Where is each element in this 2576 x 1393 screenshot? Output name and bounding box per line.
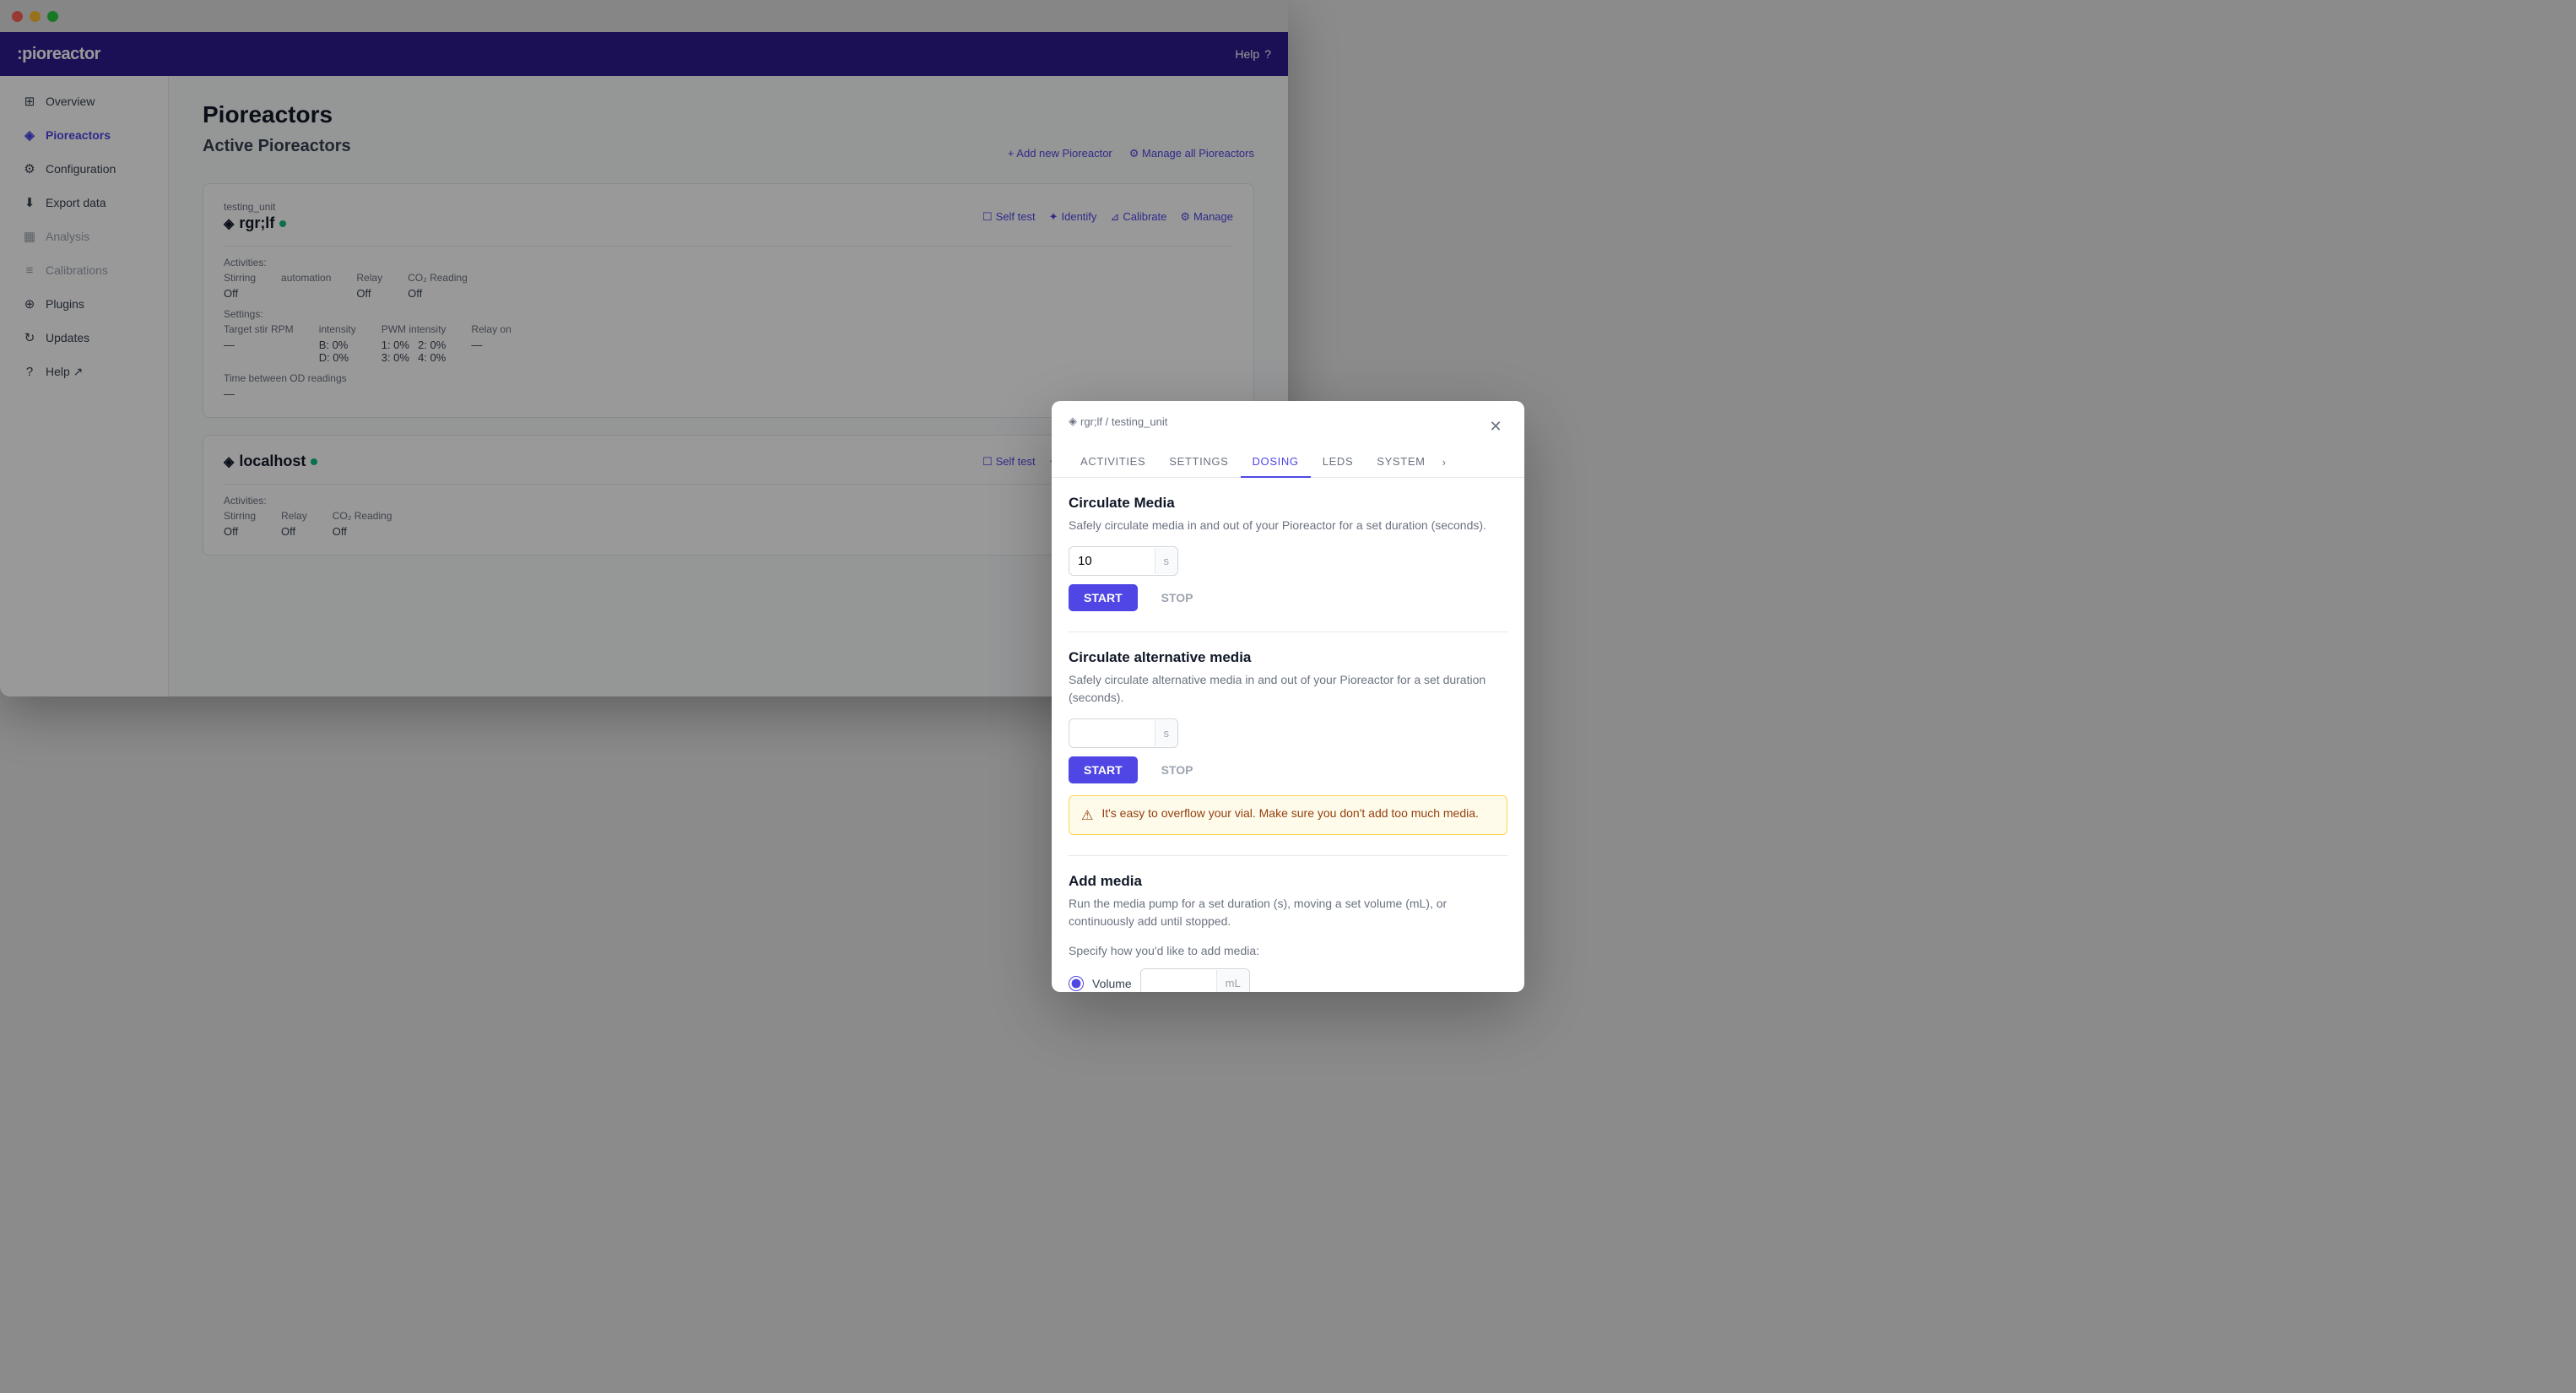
modal-overlay[interactable]: ◈ rgr;lf / testing_unit ✕ ACTIVITIES SET…: [0, 0, 1288, 696]
modal-breadcrumb: ◈ rgr;lf / testing_unit: [1069, 415, 1167, 428]
circulate-media-input[interactable]: [1069, 547, 1155, 575]
circulate-media-btn-row: START STOP: [1069, 584, 1288, 611]
tab-settings[interactable]: SETTINGS: [1157, 447, 1240, 478]
circulate-alt-media-desc: Safely circulate alternative media in an…: [1069, 671, 1288, 696]
modal-body: Circulate Media Safely circulate media i…: [1052, 478, 1288, 696]
circulate-media-input-wrapper: s: [1069, 546, 1178, 576]
circulate-media-title: Circulate Media: [1069, 495, 1288, 512]
dosing-modal: ◈ rgr;lf / testing_unit ✕ ACTIVITIES SET…: [1052, 401, 1288, 696]
tab-dosing[interactable]: DOSING: [1241, 447, 1288, 478]
app-window: :pioreactor Help ? ⊞ Overview ◈ Pioreact…: [0, 0, 1288, 696]
circulate-media-section: Circulate Media Safely circulate media i…: [1069, 495, 1288, 611]
circulate-alt-media-section: Circulate alternative media Safely circu…: [1069, 649, 1288, 696]
modal-header: ◈ rgr;lf / testing_unit ✕: [1052, 401, 1288, 438]
circulate-alt-media-title: Circulate alternative media: [1069, 649, 1288, 666]
tab-activities[interactable]: ACTIVITIES: [1069, 447, 1157, 478]
circulate-media-stop-button[interactable]: STOP: [1146, 584, 1209, 611]
modal-tabs: ACTIVITIES SETTINGS DOSING LEDS SYSTEM ›: [1052, 447, 1288, 478]
circulate-media-start-button[interactable]: START: [1069, 584, 1138, 611]
circulate-media-desc: Safely circulate media in and out of you…: [1069, 517, 1288, 534]
divider-1: [1069, 631, 1288, 632]
circulate-media-unit: s: [1155, 548, 1178, 574]
